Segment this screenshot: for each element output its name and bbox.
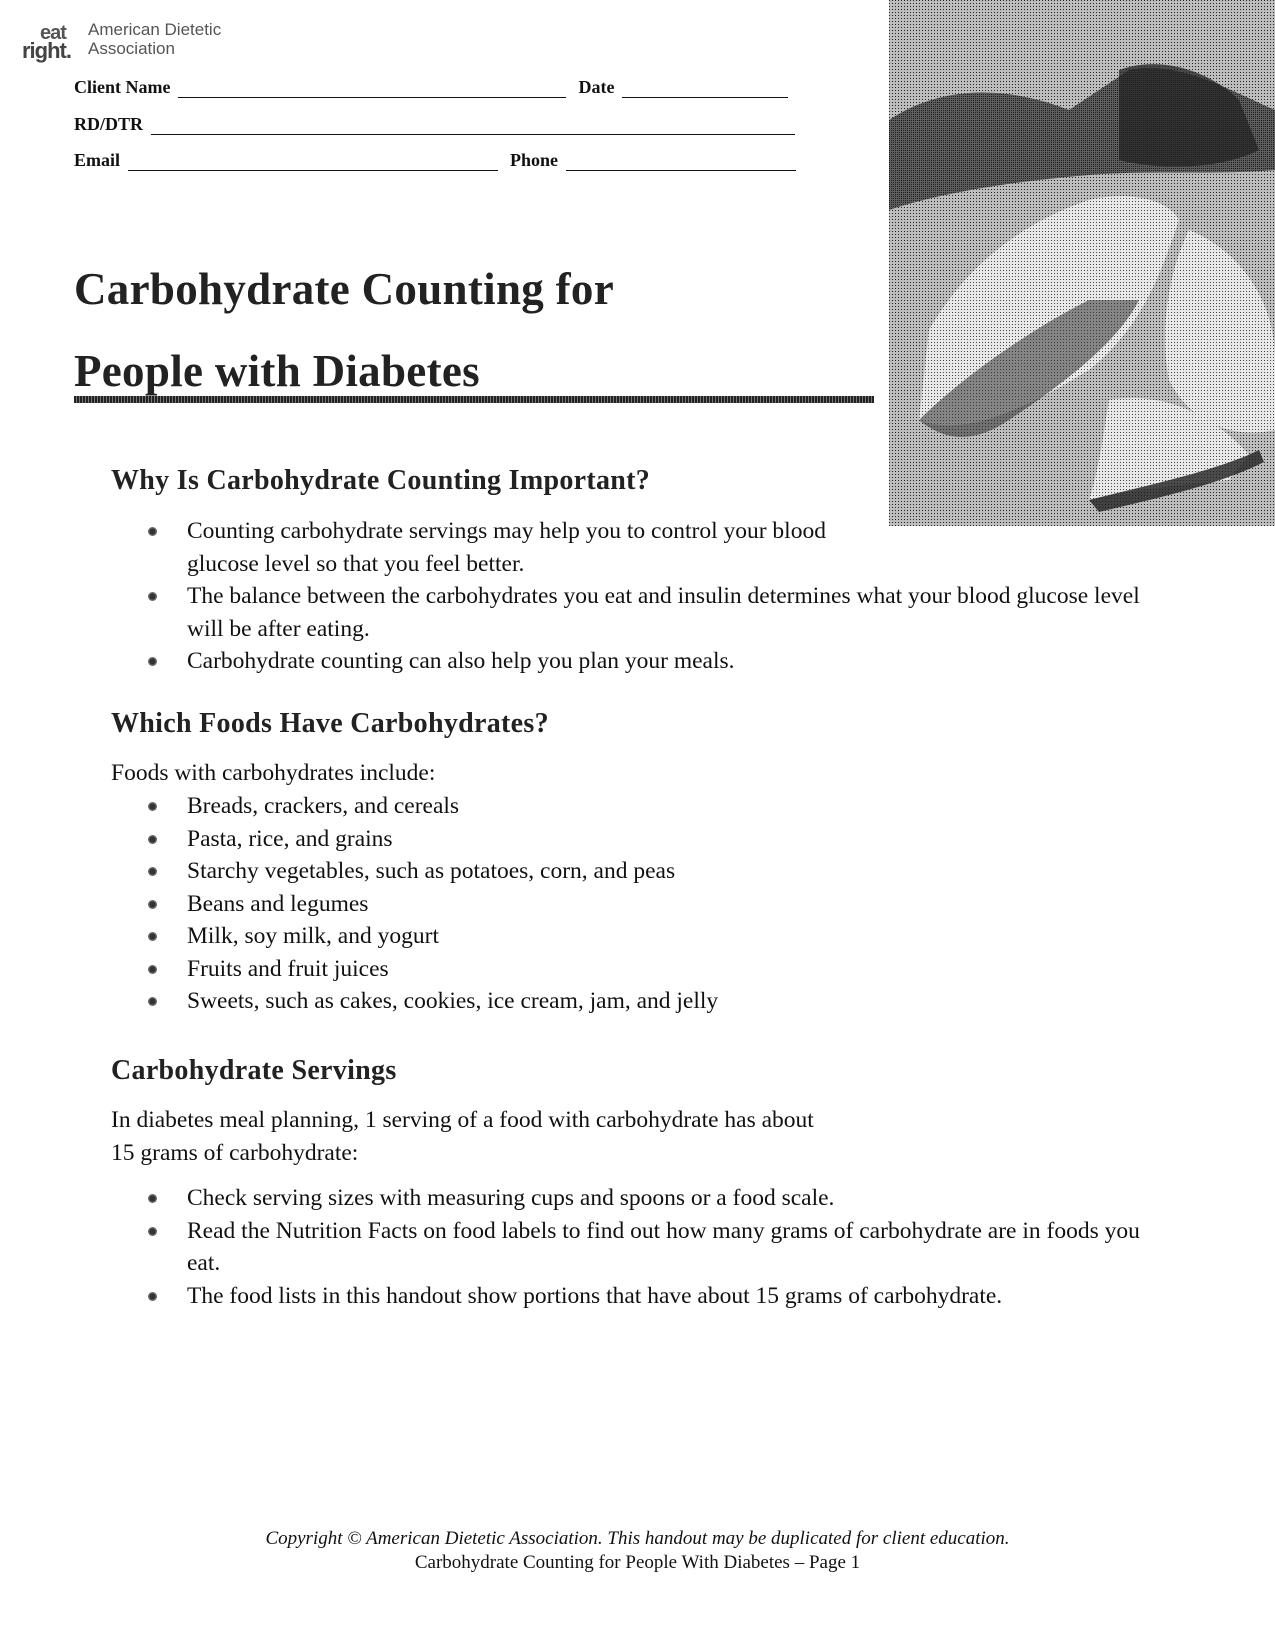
eat-right-logo-mark: eat right. bbox=[20, 18, 84, 63]
client-name-field[interactable] bbox=[178, 79, 567, 98]
carb-servings-list: Check serving sizes with measuring cups … bbox=[148, 1182, 1140, 1313]
page-footer: Carbohydrate Counting for People With Di… bbox=[414, 1552, 861, 1573]
bullet-icon bbox=[148, 592, 157, 601]
copyright-notice: Copyright © American Dietetic Associatio… bbox=[265, 1528, 1010, 1549]
phone-label: Phone bbox=[510, 150, 559, 170]
list-item: Read the Nutrition Facts on food labels … bbox=[148, 1215, 1157, 1280]
title-divider bbox=[74, 396, 874, 403]
bullet-icon bbox=[148, 657, 157, 666]
which-foods-intro: Foods with carbohydrates include: bbox=[111, 760, 436, 786]
salmon-photo bbox=[889, 0, 1275, 526]
list-item-text: Check serving sizes with measuring cups … bbox=[187, 1185, 835, 1211]
bullet-icon bbox=[148, 932, 157, 941]
client-name-label: Client Name bbox=[74, 77, 171, 97]
list-item-text: The balance between the carbohydrates yo… bbox=[187, 583, 1140, 642]
logo-org-line1: American Dietetic bbox=[88, 20, 222, 39]
list-item: Breads, crackers, and cereals bbox=[148, 790, 1048, 823]
form-row-client-date: Client Name Date bbox=[74, 74, 789, 98]
email-label: Email bbox=[74, 150, 121, 170]
list-item-text: Read the Nutrition Facts on food labels … bbox=[187, 1217, 1140, 1277]
form-row-email-phone: Email Phone bbox=[74, 147, 797, 171]
email-field[interactable] bbox=[128, 152, 499, 171]
carb-servings-intro-line2: 15 grams of carbohydrate: bbox=[111, 1139, 359, 1166]
rd-dtr-field[interactable] bbox=[151, 116, 796, 135]
carb-servings-intro: In diabetes meal planning, 1 serving of … bbox=[111, 1104, 814, 1169]
list-item: The food lists in this handout show port… bbox=[148, 1280, 1138, 1313]
rd-dtr-label: RD/DTR bbox=[74, 114, 144, 134]
carb-foods-list: Breads, crackers, and cereals Pasta, ric… bbox=[148, 790, 1048, 1018]
section-heading-which-foods: Which Foods Have Carbohydrates? bbox=[111, 708, 549, 739]
salmon-photo-illustration bbox=[889, 0, 1275, 526]
page-title-line1: Carbohydrate Counting for bbox=[74, 264, 615, 314]
list-item: Counting carbohydrate servings may help … bbox=[148, 515, 897, 580]
list-item-text: Counting carbohydrate servings may help … bbox=[187, 518, 826, 577]
bullet-icon bbox=[148, 834, 157, 844]
list-item: Starchy vegetables, such as potatoes, co… bbox=[148, 855, 1048, 888]
date-label: Date bbox=[578, 77, 615, 97]
list-item-text: Carbohydrate counting can also help you … bbox=[187, 648, 735, 674]
list-item: Check serving sizes with measuring cups … bbox=[148, 1182, 1138, 1215]
logo-mark-right: right. bbox=[22, 38, 72, 63]
bullet-icon bbox=[148, 802, 157, 811]
form-row-rd-dtr: RD/DTR bbox=[74, 111, 796, 135]
list-item-text: Fruits and fruit juices bbox=[187, 955, 389, 982]
bullet-icon bbox=[148, 1194, 157, 1203]
list-item: Fruits and fruit juices bbox=[148, 953, 1048, 986]
logo-org-name: American Dietetic Association bbox=[88, 20, 221, 58]
section-heading-why-important: Why Is Carbohydrate Counting Important? bbox=[111, 465, 651, 496]
logo-org-line2: Association bbox=[88, 39, 175, 58]
list-item: Milk, soy milk, and yogurt bbox=[148, 920, 1048, 953]
list-item-text: Pasta, rice, and grains bbox=[187, 825, 393, 852]
phone-field[interactable] bbox=[566, 152, 797, 171]
list-item: Sweets, such as cakes, cookies, ice crea… bbox=[148, 985, 1048, 1018]
list-item: Pasta, rice, and grains bbox=[148, 823, 1048, 856]
list-item-text: Breads, crackers, and cereals bbox=[187, 793, 460, 819]
carb-servings-intro-line1: In diabetes meal planning, 1 serving of … bbox=[111, 1107, 814, 1133]
why-important-list: Counting carbohydrate servings may help … bbox=[148, 515, 1140, 678]
bullet-icon bbox=[148, 964, 157, 974]
list-item-text: Sweets, such as cakes, cookies, ice crea… bbox=[187, 988, 719, 1014]
bullet-icon bbox=[148, 527, 157, 536]
bullet-icon bbox=[148, 997, 157, 1006]
bullet-icon bbox=[148, 867, 157, 876]
ada-logo: eat right. American Dietetic Association bbox=[20, 18, 260, 63]
list-item: The balance between the carbohydrates yo… bbox=[148, 580, 1147, 645]
list-item-text: The food lists in this handout show port… bbox=[187, 1282, 1003, 1309]
date-field[interactable] bbox=[622, 79, 789, 98]
bullet-icon bbox=[148, 1226, 157, 1236]
section-heading-carb-servings: Carbohydrate Servings bbox=[111, 1055, 397, 1086]
list-item: Beans and legumes bbox=[148, 888, 1048, 921]
page-title: Carbohydrate Counting for People with Di… bbox=[74, 248, 874, 412]
list-item-text: Beans and legumes bbox=[187, 890, 369, 917]
list-item-text: Starchy vegetables, such as potatoes, co… bbox=[187, 858, 676, 884]
list-item-text: Milk, soy milk, and yogurt bbox=[187, 923, 439, 949]
list-item: Carbohydrate counting can also help you … bbox=[148, 645, 1138, 678]
bullet-icon bbox=[148, 1291, 157, 1301]
bullet-icon bbox=[148, 899, 157, 909]
